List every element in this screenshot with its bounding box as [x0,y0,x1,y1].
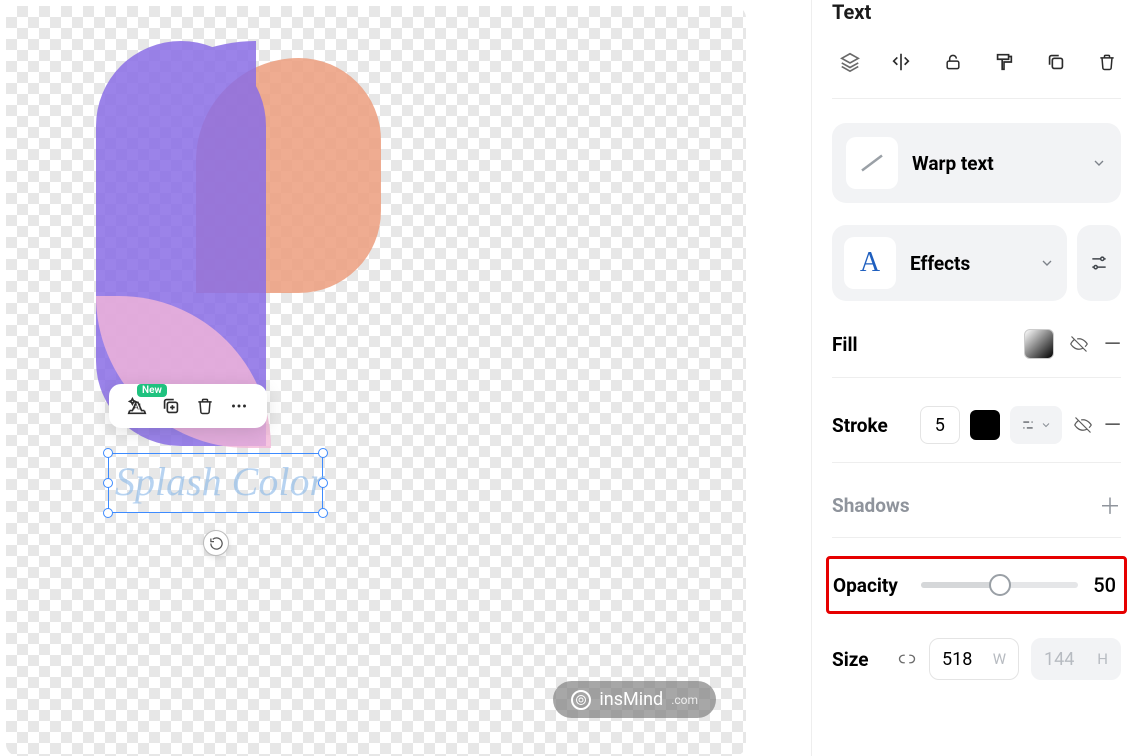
shadows-row: Shadows ＋ [832,485,1121,538]
chevron-down-icon [1039,255,1055,271]
stroke-row: Stroke 5 — [832,400,1121,463]
warp-thumb [846,137,898,189]
fill-label: Fill [832,333,858,356]
effects-settings-button[interactable] [1077,225,1121,301]
visibility-icon[interactable] [1068,335,1090,353]
opacity-row: Opacity 50 [826,556,1127,614]
effects-label: Effects [910,252,1025,275]
properties-panel: Text [811,0,1139,756]
resize-handle-bl[interactable] [103,508,113,518]
add-shadow-button[interactable]: ＋ [1099,489,1121,521]
slider-knob[interactable] [989,574,1011,596]
size-label: Size [832,648,869,671]
height-unit: H [1097,650,1108,668]
flip-icon[interactable] [888,48,916,76]
stroke-style-select[interactable] [1010,406,1062,444]
chevron-down-icon [1091,155,1107,171]
fill-swatch[interactable] [1024,329,1054,359]
lock-icon[interactable] [939,48,967,76]
resize-handle-tl[interactable] [103,448,113,458]
format-paint-icon[interactable] [991,48,1019,76]
effects-card[interactable]: A Effects [832,225,1067,301]
stroke-width-input[interactable]: 5 [920,406,960,444]
copy-icon[interactable] [1042,48,1070,76]
link-dimensions-icon[interactable] [897,650,917,668]
watermark-domain: .com [671,693,698,707]
effects-thumb: A [844,237,896,289]
opacity-label: Opacity [833,574,911,597]
duplicate-button[interactable] [159,394,183,418]
shadows-label: Shadows [832,494,910,517]
resize-handle-tr[interactable] [318,448,328,458]
more-button[interactable] [227,394,251,418]
width-input[interactable]: 518 W [929,638,1019,680]
stroke-label: Stroke [832,414,888,437]
opacity-slider[interactable] [921,575,1078,595]
canvas-text[interactable]: Splash Color [109,454,322,510]
visibility-icon[interactable] [1072,416,1094,434]
rotate-handle[interactable] [203,530,229,556]
resize-handle-mr[interactable] [318,478,328,488]
watermark-icon [571,690,591,710]
svg-text:AI: AI [133,403,141,413]
height-input: 144 H [1031,638,1121,680]
canvas-area: New AI [0,0,811,756]
trash-icon[interactable] [1094,48,1122,76]
remove-icon[interactable]: — [1104,413,1121,438]
opacity-value: 50 [1088,573,1116,597]
size-row: Size 518 W 144 H [832,632,1121,680]
selection-toolbar: New AI [109,384,267,428]
fill-row: Fill — [832,323,1121,378]
panel-action-row [832,42,1121,99]
panel-title: Text [832,0,1121,42]
remove-icon[interactable]: — [1104,332,1121,357]
resize-handle-br[interactable] [318,508,328,518]
width-value: 518 [942,649,972,670]
ai-tool-button[interactable]: New AI [125,394,149,418]
watermark: insMind .com [553,681,716,718]
delete-button[interactable] [193,394,217,418]
resize-handle-ml[interactable] [103,478,113,488]
stroke-swatch[interactable] [970,410,1000,440]
watermark-brand: insMind [599,689,663,710]
layers-icon[interactable] [836,48,864,76]
warp-text-card[interactable]: Warp text [832,123,1121,203]
canvas[interactable]: New AI [6,6,746,756]
width-unit: W [993,650,1006,668]
height-value: 144 [1044,649,1074,670]
warp-label: Warp text [912,152,1077,175]
text-selection-box[interactable]: Splash Color [108,453,323,513]
